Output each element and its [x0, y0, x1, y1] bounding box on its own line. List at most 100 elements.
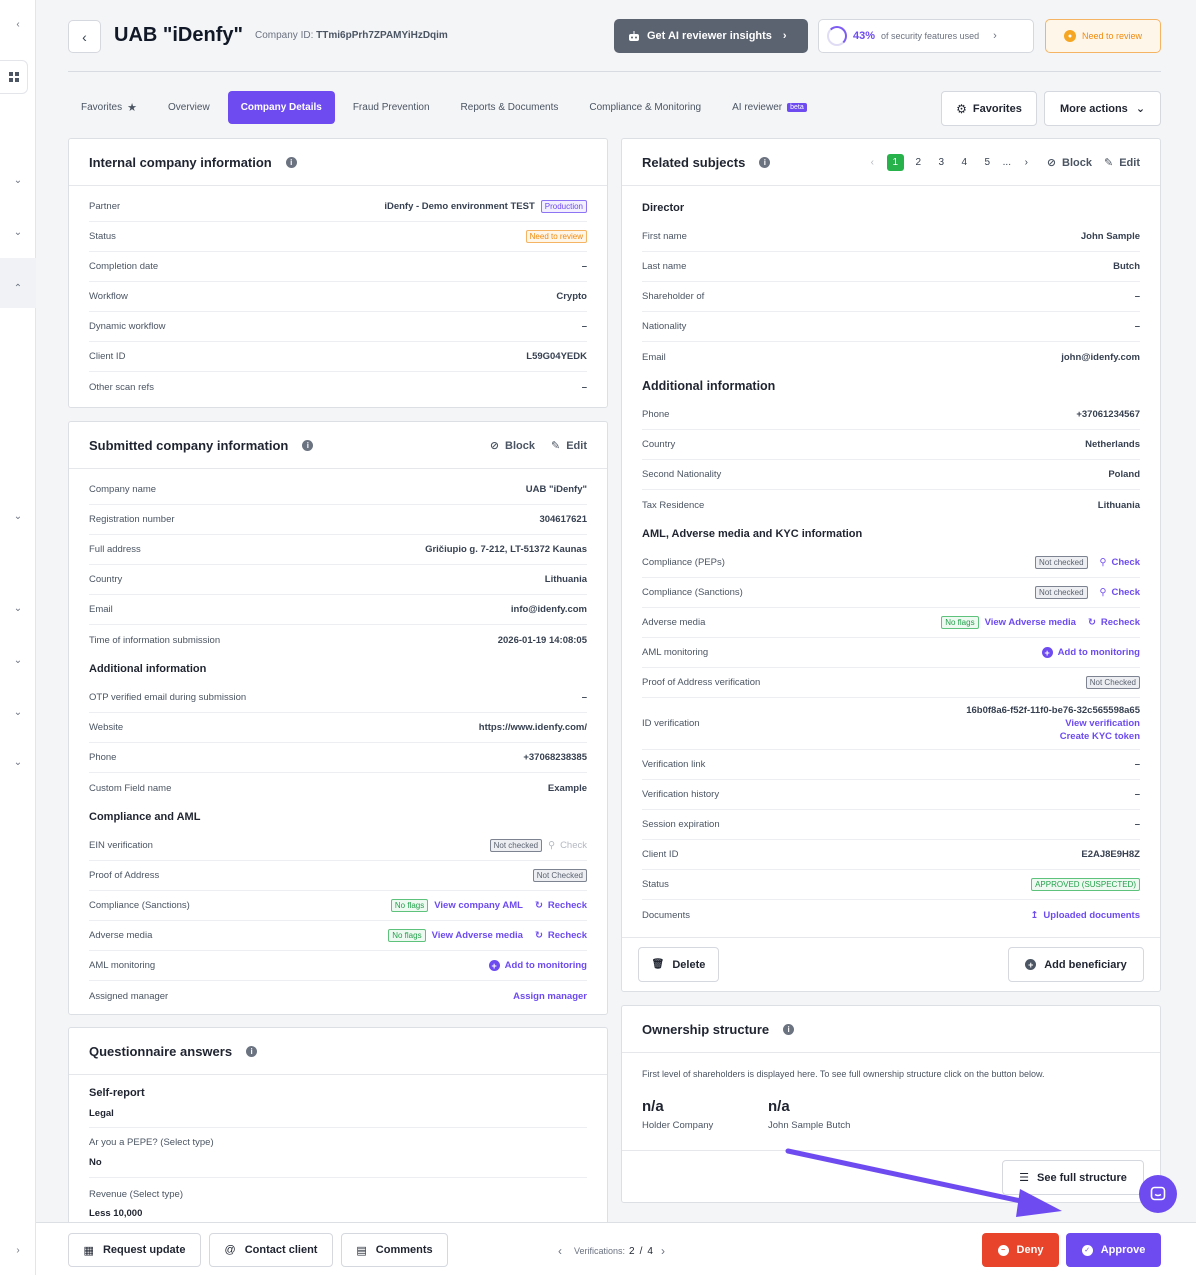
- tab-fraud-prevention[interactable]: Fraud Prevention: [340, 91, 443, 124]
- recheck-button[interactable]: ↻ Recheck: [535, 930, 587, 941]
- contact-client-button[interactable]: @ Contact client: [209, 1233, 333, 1267]
- info-icon[interactable]: i: [285, 156, 297, 168]
- row-label: Documents: [642, 909, 691, 921]
- security-text: of security features used: [881, 31, 980, 41]
- assign-manager-link[interactable]: Assign manager: [513, 991, 587, 1002]
- header-divider: [68, 71, 1161, 72]
- ein-check-button[interactable]: ⚲ Check: [548, 840, 587, 851]
- favorites-button[interactable]: ⚙ Favorites: [941, 91, 1037, 126]
- delete-button[interactable]: 🗑 Delete: [638, 947, 719, 982]
- chevron-down-icon[interactable]: ⌄: [0, 702, 36, 722]
- sidebar: ‹ ⌄ ⌄ ⌃ ⌄ ⌄ ⌄ ⌄ ⌄ ›: [0, 0, 36, 1275]
- recheck-button[interactable]: ↻ Recheck: [1088, 617, 1140, 628]
- chevron-up-icon[interactable]: ⌃: [0, 278, 36, 298]
- answer-value: Less 10,000: [89, 1208, 143, 1219]
- tab-company-details[interactable]: Company Details: [227, 91, 335, 124]
- subjects-pagination: ‹ 1 2 3 4 5 ... › ⊘ Block ✎ Edit: [864, 139, 1140, 186]
- row-value: –: [1134, 321, 1140, 332]
- block-button[interactable]: ⊘ Block: [490, 439, 535, 453]
- chevron-left-icon[interactable]: ‹: [864, 154, 881, 171]
- tab-favorites[interactable]: Favorites ★: [68, 91, 150, 124]
- security-features-button[interactable]: 43% of security features used ›: [818, 19, 1034, 53]
- contact-client-label: Contact client: [244, 1244, 318, 1256]
- tab-bar: Favorites ★ Overview Company Details Frau…: [68, 91, 825, 124]
- gear-icon: ⚙: [956, 101, 967, 116]
- apps-grid-icon[interactable]: [0, 60, 28, 94]
- add-to-monitoring-button[interactable]: + Add to monitoring: [1041, 647, 1140, 658]
- row-label: Proof of Address verification: [642, 677, 761, 688]
- edit-button[interactable]: ✎ Edit: [551, 439, 587, 453]
- view-adverse-media-link[interactable]: View Adverse media: [432, 930, 523, 941]
- view-adverse-media-link[interactable]: View Adverse media: [985, 617, 1076, 628]
- ai-reviewer-insights-button[interactable]: Get AI reviewer insights ›: [614, 19, 808, 53]
- add-to-monitoring-button[interactable]: + Add to monitoring: [488, 960, 587, 971]
- block-button[interactable]: ⊘ Block: [1047, 156, 1092, 170]
- page-button[interactable]: 2: [910, 154, 927, 171]
- add-beneficiary-button[interactable]: + Add beneficiary: [1008, 947, 1144, 982]
- submitted-info-card: Submitted company information i ⊘ Block ✎ E…: [68, 421, 608, 1015]
- chevron-right-icon: ›: [993, 30, 997, 42]
- chat-button[interactable]: [1139, 1175, 1177, 1213]
- website-value[interactable]: https://www.idenfy.com/: [479, 722, 587, 733]
- tab-compliance-monitoring[interactable]: Compliance & Monitoring: [576, 91, 714, 124]
- pep-check-button[interactable]: ⚲ Check: [1100, 557, 1140, 568]
- block-label: Block: [1062, 156, 1092, 169]
- chevron-down-icon[interactable]: ⌄: [0, 598, 36, 618]
- view-company-aml-link[interactable]: View company AML: [434, 900, 523, 911]
- info-icon[interactable]: i: [759, 156, 771, 168]
- row-label: Client ID: [642, 849, 679, 860]
- company-id: Company ID: TTmi6pPrh7ZPAMYiHzDqim: [255, 30, 448, 41]
- back-button[interactable]: ‹: [68, 20, 101, 53]
- page-button[interactable]: 4: [956, 154, 973, 171]
- row-label: OTP verified email during submission: [89, 692, 247, 703]
- info-icon[interactable]: i: [302, 439, 314, 451]
- info-icon[interactable]: i: [246, 1045, 258, 1057]
- company-id-value[interactable]: TTmi6pPrh7ZPAMYiHzDqim: [316, 30, 448, 41]
- chevron-right-icon[interactable]: ›: [1018, 154, 1035, 171]
- request-update-button[interactable]: ▦ Request update: [68, 1233, 201, 1267]
- verifications-label: Verifications:: [574, 1246, 626, 1256]
- chevron-down-icon[interactable]: ⌄: [0, 506, 36, 526]
- page-button[interactable]: 1: [886, 154, 904, 171]
- pencil-icon: ✎: [1104, 157, 1114, 169]
- card-title: Submitted company information: [89, 437, 289, 453]
- row-label: ID verification: [642, 718, 700, 729]
- need-review-button[interactable]: ● Need to review: [1045, 19, 1161, 53]
- chevron-down-icon[interactable]: ⌄: [0, 752, 36, 772]
- uploaded-documents-link[interactable]: ↥ Uploaded documents: [1030, 910, 1140, 921]
- tab-ai-reviewer[interactable]: AI reviewer beta: [719, 91, 820, 124]
- collapse-sidebar-icon[interactable]: ‹: [0, 14, 36, 34]
- info-icon[interactable]: i: [783, 1023, 795, 1035]
- expand-sidebar-icon[interactable]: ›: [0, 1240, 36, 1260]
- chevron-down-icon[interactable]: ⌄: [0, 170, 36, 190]
- create-kyc-token-link[interactable]: Create KYC token: [1060, 731, 1140, 742]
- comments-button[interactable]: ▤ Comments: [341, 1233, 448, 1267]
- sanctions-check-button[interactable]: ⚲ Check: [1100, 587, 1140, 598]
- bottom-action-bar: ▦ Request update @ Contact client ▤ Comment…: [36, 1222, 1196, 1275]
- row-label: AML monitoring: [642, 647, 709, 658]
- approve-button[interactable]: ✓ Approve: [1066, 1233, 1161, 1267]
- row-value: –: [1134, 789, 1140, 800]
- block-label: Block: [505, 439, 535, 452]
- row-label: Second Nationality: [642, 469, 722, 480]
- minus-circle-icon: −: [997, 1244, 1009, 1256]
- row-label: EIN verification: [89, 840, 153, 851]
- row-label: Workflow: [89, 291, 128, 302]
- chevron-left-icon[interactable]: ‹: [558, 1244, 562, 1258]
- chevron-down-icon[interactable]: ⌄: [0, 650, 36, 670]
- view-verification-link[interactable]: View verification: [1065, 718, 1140, 729]
- edit-button[interactable]: ✎ Edit: [1104, 156, 1140, 170]
- page-button[interactable]: 5: [979, 154, 996, 171]
- edit-label: Edit: [566, 439, 587, 452]
- verification-total: 4: [647, 1245, 653, 1257]
- more-actions-button[interactable]: More actions ⌄: [1044, 91, 1161, 126]
- tab-overview[interactable]: Overview: [155, 91, 223, 124]
- page-title: UAB "iDenfy": [114, 24, 243, 46]
- row-value: info@idenfy.com: [510, 604, 587, 615]
- recheck-button[interactable]: ↻ Recheck: [535, 900, 587, 911]
- chevron-down-icon[interactable]: ⌄: [0, 222, 36, 242]
- page-button[interactable]: 3: [933, 154, 950, 171]
- tab-reports-documents[interactable]: Reports & Documents: [448, 91, 572, 124]
- deny-button[interactable]: − Deny: [982, 1233, 1059, 1267]
- chevron-right-icon[interactable]: ›: [661, 1244, 665, 1258]
